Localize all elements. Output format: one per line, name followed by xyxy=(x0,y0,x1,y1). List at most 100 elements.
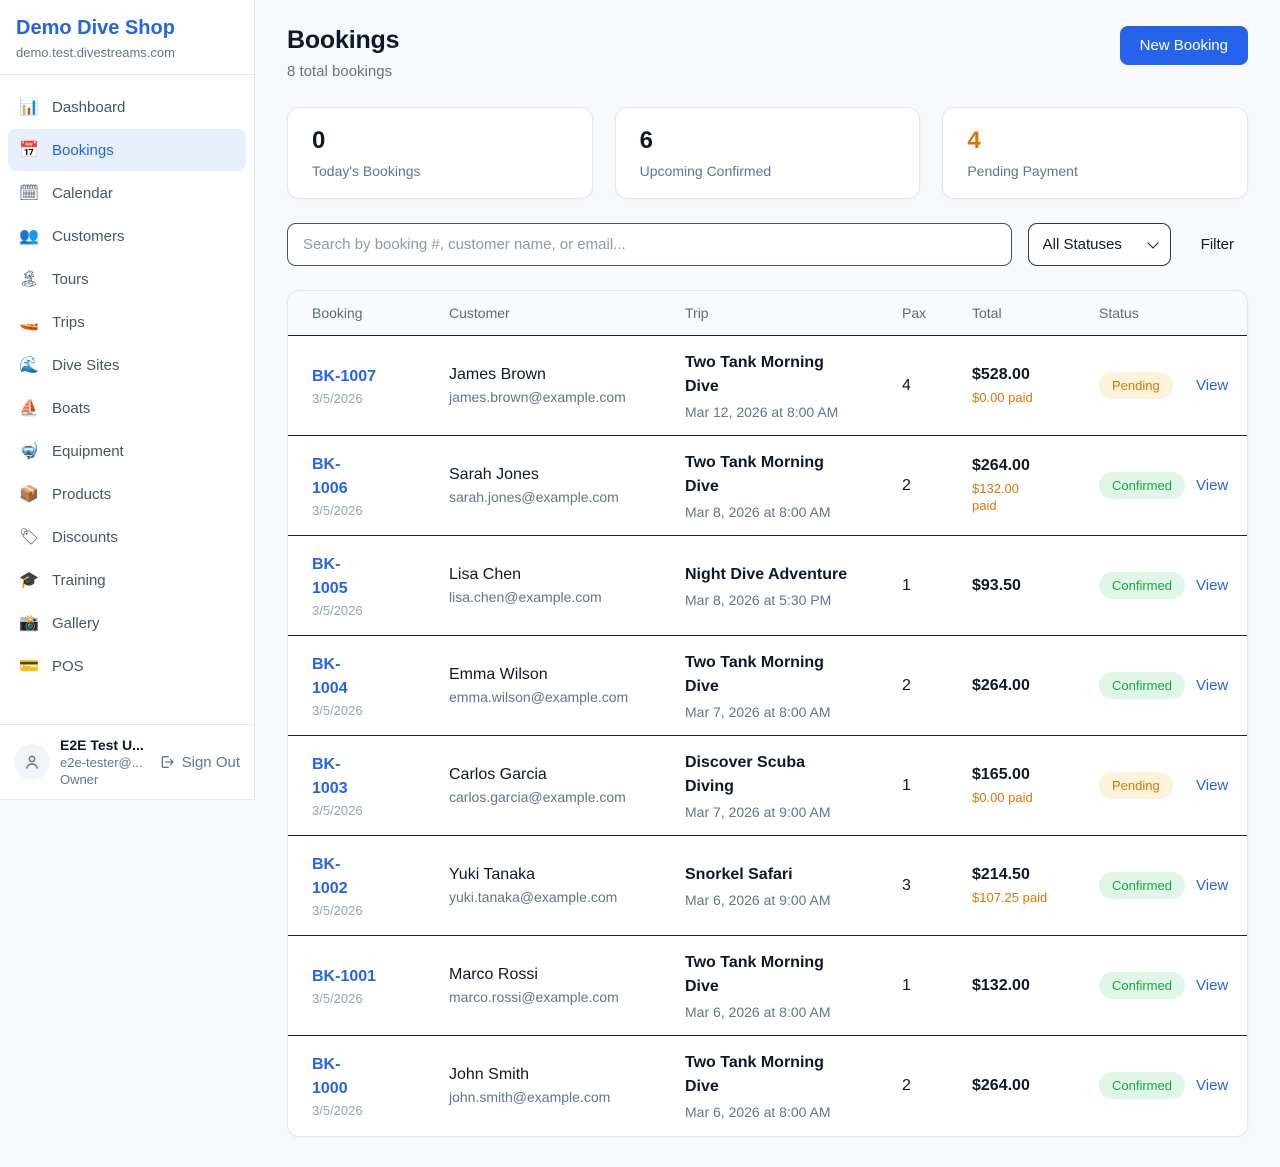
stat-value: 4 xyxy=(967,127,1223,155)
customer-email: james.brown@example.com xyxy=(449,389,655,405)
paid-amount: $0.00 paid xyxy=(972,389,1069,406)
sidebar-item-customers[interactable]: 👥 Customers xyxy=(8,215,246,257)
equipment-icon: 🤿 xyxy=(18,441,40,461)
user-info: E2E Test U... e2e-tester@... Owner xyxy=(60,737,149,787)
sidebar-item-trips[interactable]: 🚤 Trips xyxy=(8,301,246,343)
total-amount: $528.00 xyxy=(972,366,1069,384)
column-header-trip: Trip xyxy=(661,291,878,336)
discounts-icon: 🏷 xyxy=(18,527,40,547)
booking-date: 3/5/2026 xyxy=(312,903,419,918)
column-header-action xyxy=(1196,291,1247,336)
column-header-pax: Pax xyxy=(878,291,948,336)
view-booking-link[interactable]: View xyxy=(1196,977,1228,994)
sidebar-item-products[interactable]: 📦 Products xyxy=(8,473,246,515)
trips-icon: 🚤 xyxy=(18,312,40,332)
search-input[interactable] xyxy=(287,223,1012,266)
booking-date: 3/5/2026 xyxy=(312,503,419,518)
booking-id-link[interactable]: BK- 1002 xyxy=(312,853,348,901)
tours-icon: 🏝 xyxy=(18,269,40,289)
customer-email: john.smith@example.com xyxy=(449,1089,655,1105)
booking-id-link[interactable]: BK- 1000 xyxy=(312,1053,348,1101)
booking-id-link[interactable]: BK- 1003 xyxy=(312,753,348,801)
pax-count: 2 xyxy=(902,1077,942,1095)
trip-name: Two Tank Morning Dive xyxy=(685,351,872,399)
sidebar-item-equipment[interactable]: 🤿 Equipment xyxy=(8,430,246,472)
status-badge: Confirmed xyxy=(1099,872,1185,899)
sidebar-item-dive-sites[interactable]: 🌊 Dive Sites xyxy=(8,344,246,386)
stats-row: 0 Today's Bookings 6 Upcoming Confirmed … xyxy=(287,107,1248,199)
trip-name: Night Dive Adventure xyxy=(685,563,872,587)
stat-upcoming-confirmed: 6 Upcoming Confirmed xyxy=(615,107,921,199)
table-row: BK-1001 3/5/2026 Marco Rossi marco.rossi… xyxy=(288,936,1247,1036)
paid-amount: $0.00 paid xyxy=(972,789,1069,806)
booking-date: 3/5/2026 xyxy=(312,603,419,618)
training-icon: 🎓 xyxy=(18,570,40,590)
view-booking-link[interactable]: View xyxy=(1196,377,1228,394)
user-name: E2E Test U... xyxy=(60,737,149,753)
trip-name: Discover Scuba Diving xyxy=(685,751,872,799)
stat-label: Today's Bookings xyxy=(312,163,568,179)
sidebar-item-label: Boats xyxy=(52,400,90,417)
dashboard-icon: 📊 xyxy=(18,97,40,117)
customer-name: Marco Rossi xyxy=(449,966,655,984)
booking-id-link[interactable]: BK-1007 xyxy=(312,365,376,389)
sidebar-item-boats[interactable]: ⛵ Boats xyxy=(8,387,246,429)
customer-email: sarah.jones@example.com xyxy=(449,489,655,505)
customer-email: marco.rossi@example.com xyxy=(449,989,655,1005)
filter-button[interactable]: Filter xyxy=(1201,236,1234,253)
view-booking-link[interactable]: View xyxy=(1196,877,1228,894)
sidebar-item-calendar[interactable]: 🗓 Calendar xyxy=(8,172,246,214)
paid-amount: $107.25 paid xyxy=(972,889,1069,906)
status-badge: Confirmed xyxy=(1099,472,1185,499)
brand: Demo Dive Shop demo.test.divestreams.com xyxy=(0,0,254,75)
status-select[interactable]: All Statuses xyxy=(1028,223,1171,266)
gallery-icon: 📸 xyxy=(18,613,40,633)
customer-name: Yuki Tanaka xyxy=(449,866,655,884)
sidebar-item-label: Equipment xyxy=(52,443,124,460)
sidebar-item-pos[interactable]: 💳 POS xyxy=(8,645,246,687)
sidebar-item-bookings[interactable]: 📅 Bookings xyxy=(8,129,246,171)
view-booking-link[interactable]: View xyxy=(1196,1077,1228,1094)
total-amount: $264.00 xyxy=(972,677,1069,695)
column-header-customer: Customer xyxy=(425,291,661,336)
pax-count: 3 xyxy=(902,877,942,895)
sidebar: Demo Dive Shop demo.test.divestreams.com… xyxy=(0,0,255,800)
pax-count: 1 xyxy=(902,977,942,995)
customer-email: yuki.tanaka@example.com xyxy=(449,889,655,905)
booking-date: 3/5/2026 xyxy=(312,703,419,718)
booking-id-link[interactable]: BK-1001 xyxy=(312,965,376,989)
trip-datetime: Mar 6, 2026 at 8:00 AM xyxy=(685,1004,872,1020)
boats-icon: ⛵ xyxy=(18,398,40,418)
table-row: BK- 1005 3/5/2026 Lisa Chen lisa.chen@ex… xyxy=(288,536,1247,636)
page-title: Bookings xyxy=(287,26,399,55)
sidebar-item-gallery[interactable]: 📸 Gallery xyxy=(8,602,246,644)
sidebar-item-discounts[interactable]: 🏷 Discounts xyxy=(8,516,246,558)
trip-datetime: Mar 8, 2026 at 8:00 AM xyxy=(685,504,872,520)
total-amount: $264.00 xyxy=(972,1077,1069,1095)
sidebar-item-tours[interactable]: 🏝 Tours xyxy=(8,258,246,300)
sidebar-item-dashboard[interactable]: 📊 Dashboard xyxy=(8,86,246,128)
brand-name: Demo Dive Shop xyxy=(16,16,238,40)
view-booking-link[interactable]: View xyxy=(1196,677,1228,694)
status-badge: Confirmed xyxy=(1099,672,1185,699)
booking-id-link[interactable]: BK- 1004 xyxy=(312,653,348,701)
sign-out-label: Sign Out xyxy=(182,754,240,771)
customers-icon: 👥 xyxy=(18,226,40,246)
sign-out-icon xyxy=(159,754,175,770)
sidebar-item-label: Discounts xyxy=(52,529,118,546)
sign-out-button[interactable]: Sign Out xyxy=(159,754,240,771)
filter-row: All Statuses Filter xyxy=(287,223,1248,266)
booking-id-link[interactable]: BK- 1005 xyxy=(312,553,348,601)
new-booking-button[interactable]: New Booking xyxy=(1120,26,1248,65)
view-booking-link[interactable]: View xyxy=(1196,477,1228,494)
view-booking-link[interactable]: View xyxy=(1196,577,1228,594)
booking-id-link[interactable]: BK- 1006 xyxy=(312,453,348,501)
stat-label: Pending Payment xyxy=(967,163,1223,179)
customer-email: emma.wilson@example.com xyxy=(449,689,655,705)
sidebar-item-training[interactable]: 🎓 Training xyxy=(8,559,246,601)
pos-icon: 💳 xyxy=(18,656,40,676)
view-booking-link[interactable]: View xyxy=(1196,777,1228,794)
sidebar-item-label: Calendar xyxy=(52,185,113,202)
customer-email: lisa.chen@example.com xyxy=(449,589,655,605)
sidebar-item-label: Customers xyxy=(52,228,125,245)
